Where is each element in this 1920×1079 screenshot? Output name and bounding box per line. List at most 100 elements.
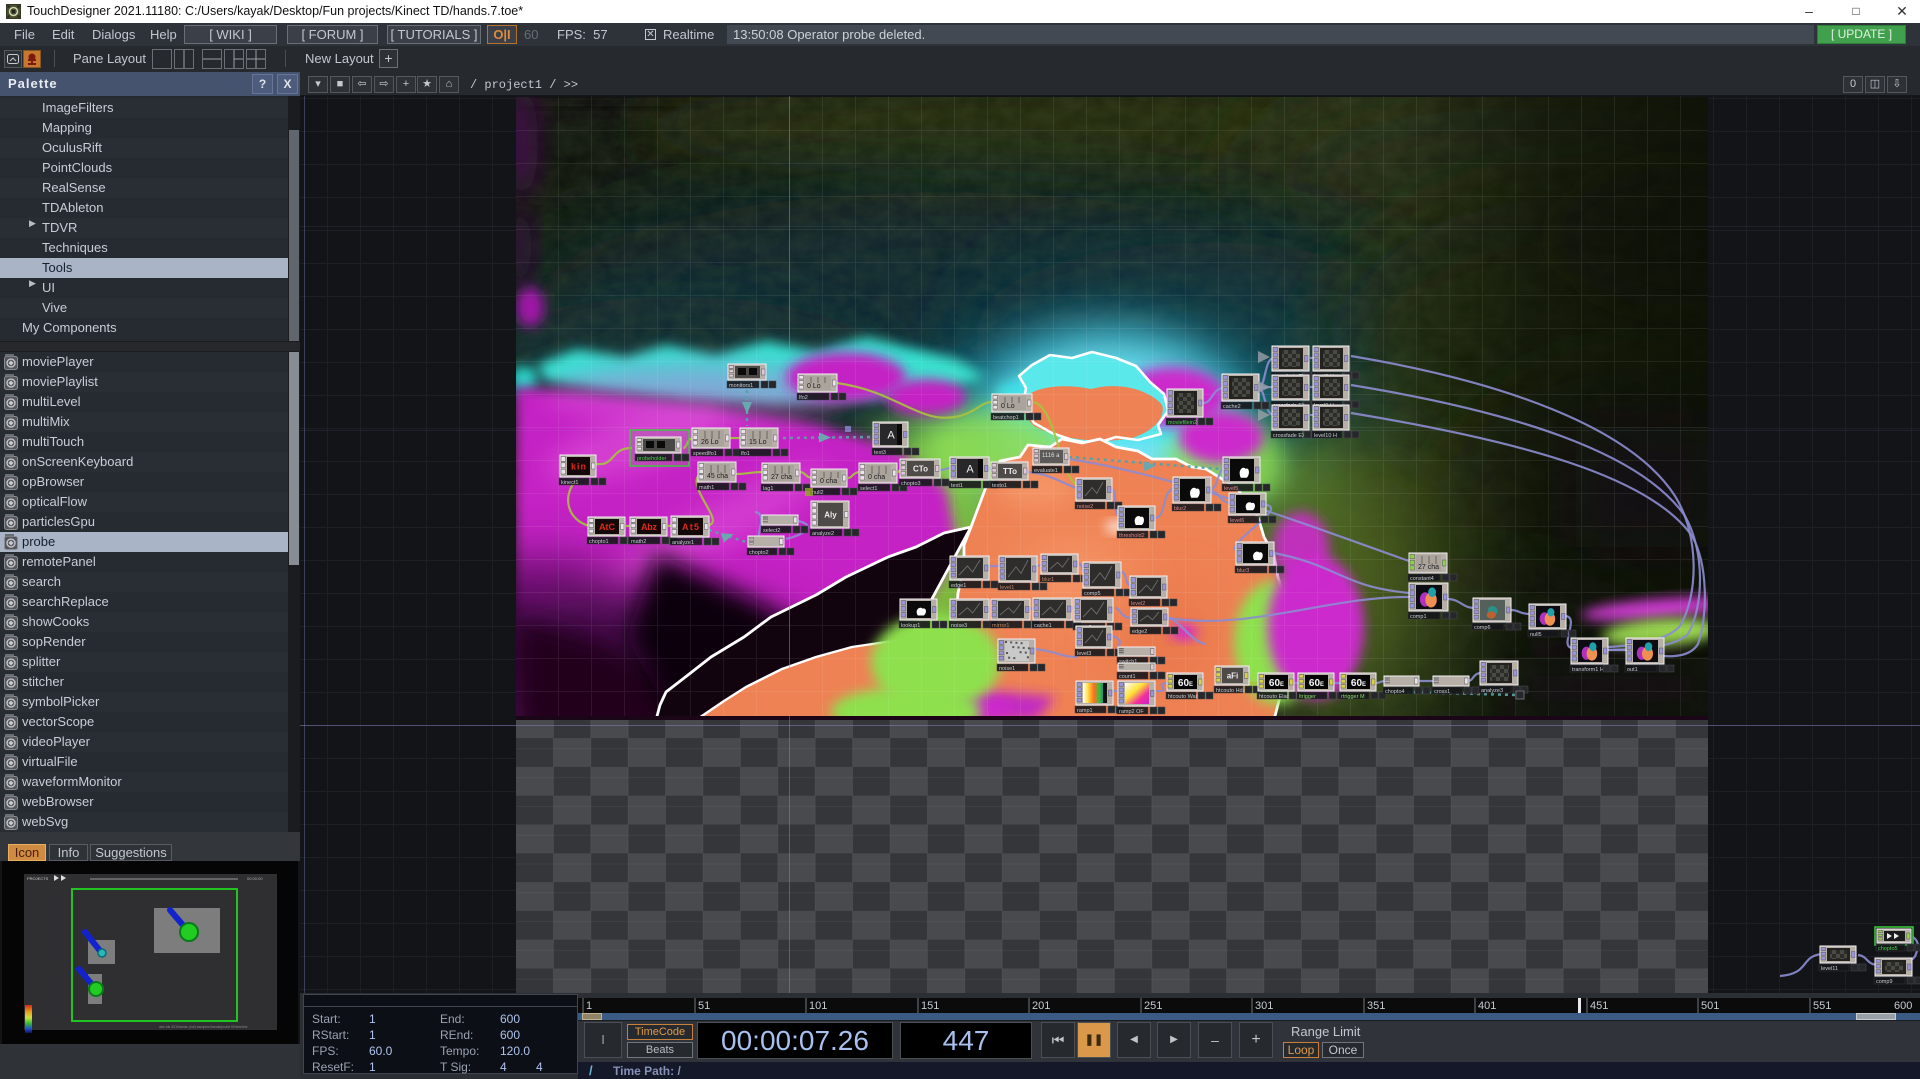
svg-text:cache2: cache2 [1223, 404, 1241, 410]
svg-text:cache1: cache1 [1034, 623, 1052, 629]
svg-text:out1: out1 [1627, 667, 1638, 673]
svg-text:501: 501 [1701, 1000, 1719, 1012]
svg-text:evaluate1: evaluate1 [1034, 468, 1058, 474]
svg-text:select1: select1 [860, 486, 877, 492]
svg-text:null5: null5 [1530, 632, 1542, 638]
svg-text:AtC: AtC [599, 522, 616, 532]
svg-text:27 cha: 27 cha [1418, 564, 1439, 571]
svg-text:crossfade EX4: crossfade EX4 [1273, 433, 1309, 439]
svg-text:htcouto Hda: htcouto Hda [1216, 688, 1247, 694]
svg-text:ltrigger: ltrigger [1299, 694, 1316, 700]
svg-text:chopto5: chopto5 [1878, 946, 1898, 952]
svg-text:level10 H: level10 H [1314, 433, 1337, 439]
svg-text:select2: select2 [763, 528, 780, 534]
svg-text:251: 251 [1144, 1000, 1162, 1012]
svg-text:comp5: comp5 [1084, 591, 1101, 597]
svg-text:chopto1: chopto1 [589, 539, 609, 545]
svg-text:kin: kin [571, 462, 586, 472]
svg-text:htcouto Wait: htcouto Wait [1168, 694, 1199, 700]
svg-text:null2: null2 [812, 490, 824, 496]
svg-text:level6: level6 [1230, 518, 1244, 524]
svg-text:chopto2: chopto2 [749, 550, 769, 556]
svg-text:analyze1: analyze1 [672, 540, 694, 546]
svg-text:htcouto Elact: htcouto Elact [1259, 694, 1291, 700]
svg-text:401: 401 [1478, 1000, 1496, 1012]
svg-text:TTo: TTo [1003, 467, 1017, 476]
svg-text:A: A [887, 430, 895, 442]
svg-text:blur1: blur1 [1042, 577, 1054, 583]
svg-text:moviefilein2: moviefilein2 [1168, 420, 1197, 426]
svg-text:45 cha: 45 cha [707, 473, 728, 480]
svg-text:constant4: constant4 [1410, 576, 1434, 582]
svg-text:Abz: Abz [641, 522, 658, 532]
svg-text:301: 301 [1255, 1000, 1273, 1012]
svg-text:kinect1: kinect1 [561, 480, 578, 486]
svg-text:0 cha: 0 cha [868, 474, 885, 481]
svg-text:comp6: comp6 [1474, 625, 1491, 631]
svg-text:15 Lo: 15 Lo [749, 439, 767, 446]
svg-text:0 Lo: 0 Lo [807, 383, 821, 390]
svg-text:analyze2: analyze2 [812, 531, 834, 537]
svg-text:At5: At5 [682, 522, 699, 532]
svg-text:600: 600 [1894, 1000, 1912, 1012]
svg-text:threshold2: threshold2 [1119, 533, 1145, 539]
svg-text:Aly: Aly [824, 511, 837, 520]
svg-text:mirror1: mirror1 [992, 623, 1009, 629]
svg-text:551: 551 [1813, 1000, 1831, 1012]
svg-text:lookup1: lookup1 [901, 623, 920, 629]
svg-text:lfo1: lfo1 [741, 451, 750, 457]
svg-text:text3: text3 [874, 450, 886, 456]
svg-text:analyze3: analyze3 [1481, 688, 1503, 694]
svg-text:451: 451 [1590, 1000, 1608, 1012]
svg-text:00:00:00: 00:00:00 [247, 876, 263, 881]
svg-text:rtrigger M: rtrigger M [1341, 694, 1365, 700]
svg-text:chopto3: chopto3 [901, 481, 921, 487]
svg-text:27 cha: 27 cha [771, 474, 792, 481]
svg-text:level11: level11 [1821, 966, 1838, 972]
svg-text:blur2: blur2 [1174, 506, 1186, 512]
svg-text:blur3: blur3 [1237, 568, 1249, 574]
svg-text:cross1: cross1 [1434, 689, 1450, 695]
svg-text:math1: math1 [699, 485, 714, 491]
svg-text:lag1: lag1 [763, 486, 773, 492]
svg-text:monitors1: monitors1 [729, 383, 753, 389]
svg-text:beatchop1: beatchop1 [993, 415, 1019, 421]
svg-text:0 Lo: 0 Lo [1001, 403, 1015, 410]
svg-text:edge1: edge1 [951, 583, 966, 589]
svg-text:201: 201 [1032, 1000, 1050, 1012]
svg-text:comp1: comp1 [1410, 614, 1427, 620]
svg-text:transform1 H: transform1 H [1572, 667, 1604, 673]
svg-text:count1: count1 [1119, 674, 1136, 680]
svg-text:1116 a: 1116 a [1042, 453, 1060, 459]
svg-text:CTo: CTo [913, 465, 928, 474]
svg-text:aFi: aFi [1227, 672, 1239, 681]
svg-text:text1: text1 [951, 483, 963, 489]
svg-text:abs tds 301/hands (not) sample: abs tds 301/hands (not) samples/hands/pr… [159, 1025, 248, 1029]
svg-text:edge2: edge2 [1132, 629, 1147, 635]
svg-text:level2: level2 [1131, 601, 1145, 607]
svg-text:PROJECTS: PROJECTS [27, 876, 49, 881]
svg-text:level3: level3 [1077, 651, 1091, 657]
svg-text:A: A [966, 464, 974, 476]
svg-text:math2: math2 [631, 539, 646, 545]
svg-text:101: 101 [809, 1000, 827, 1012]
svg-text:51: 51 [698, 1000, 710, 1012]
svg-text:0 cha: 0 cha [820, 478, 837, 485]
svg-text:texto1: texto1 [992, 483, 1007, 489]
svg-text:noise3: noise3 [951, 623, 967, 629]
svg-text:speedlfo1: speedlfo1 [693, 451, 717, 457]
svg-text:351: 351 [1367, 1000, 1385, 1012]
svg-text:level1: level1 [1000, 585, 1014, 591]
svg-text:151: 151 [921, 1000, 939, 1012]
svg-text:ramp2 OF: ramp2 OF [1119, 709, 1144, 715]
svg-text:noise2: noise2 [1077, 504, 1093, 510]
svg-text:comp9: comp9 [1876, 979, 1893, 985]
svg-text:1: 1 [586, 1000, 592, 1012]
svg-text:level5: level5 [1224, 486, 1238, 492]
svg-text:chopto4: chopto4 [1385, 689, 1405, 695]
svg-text:lfo2: lfo2 [799, 395, 808, 401]
svg-text:probeholder: probeholder [637, 456, 667, 462]
svg-text:26 Lo: 26 Lo [701, 439, 719, 446]
svg-text:noise1: noise1 [999, 666, 1015, 672]
svg-text:ramp1: ramp1 [1077, 708, 1093, 714]
